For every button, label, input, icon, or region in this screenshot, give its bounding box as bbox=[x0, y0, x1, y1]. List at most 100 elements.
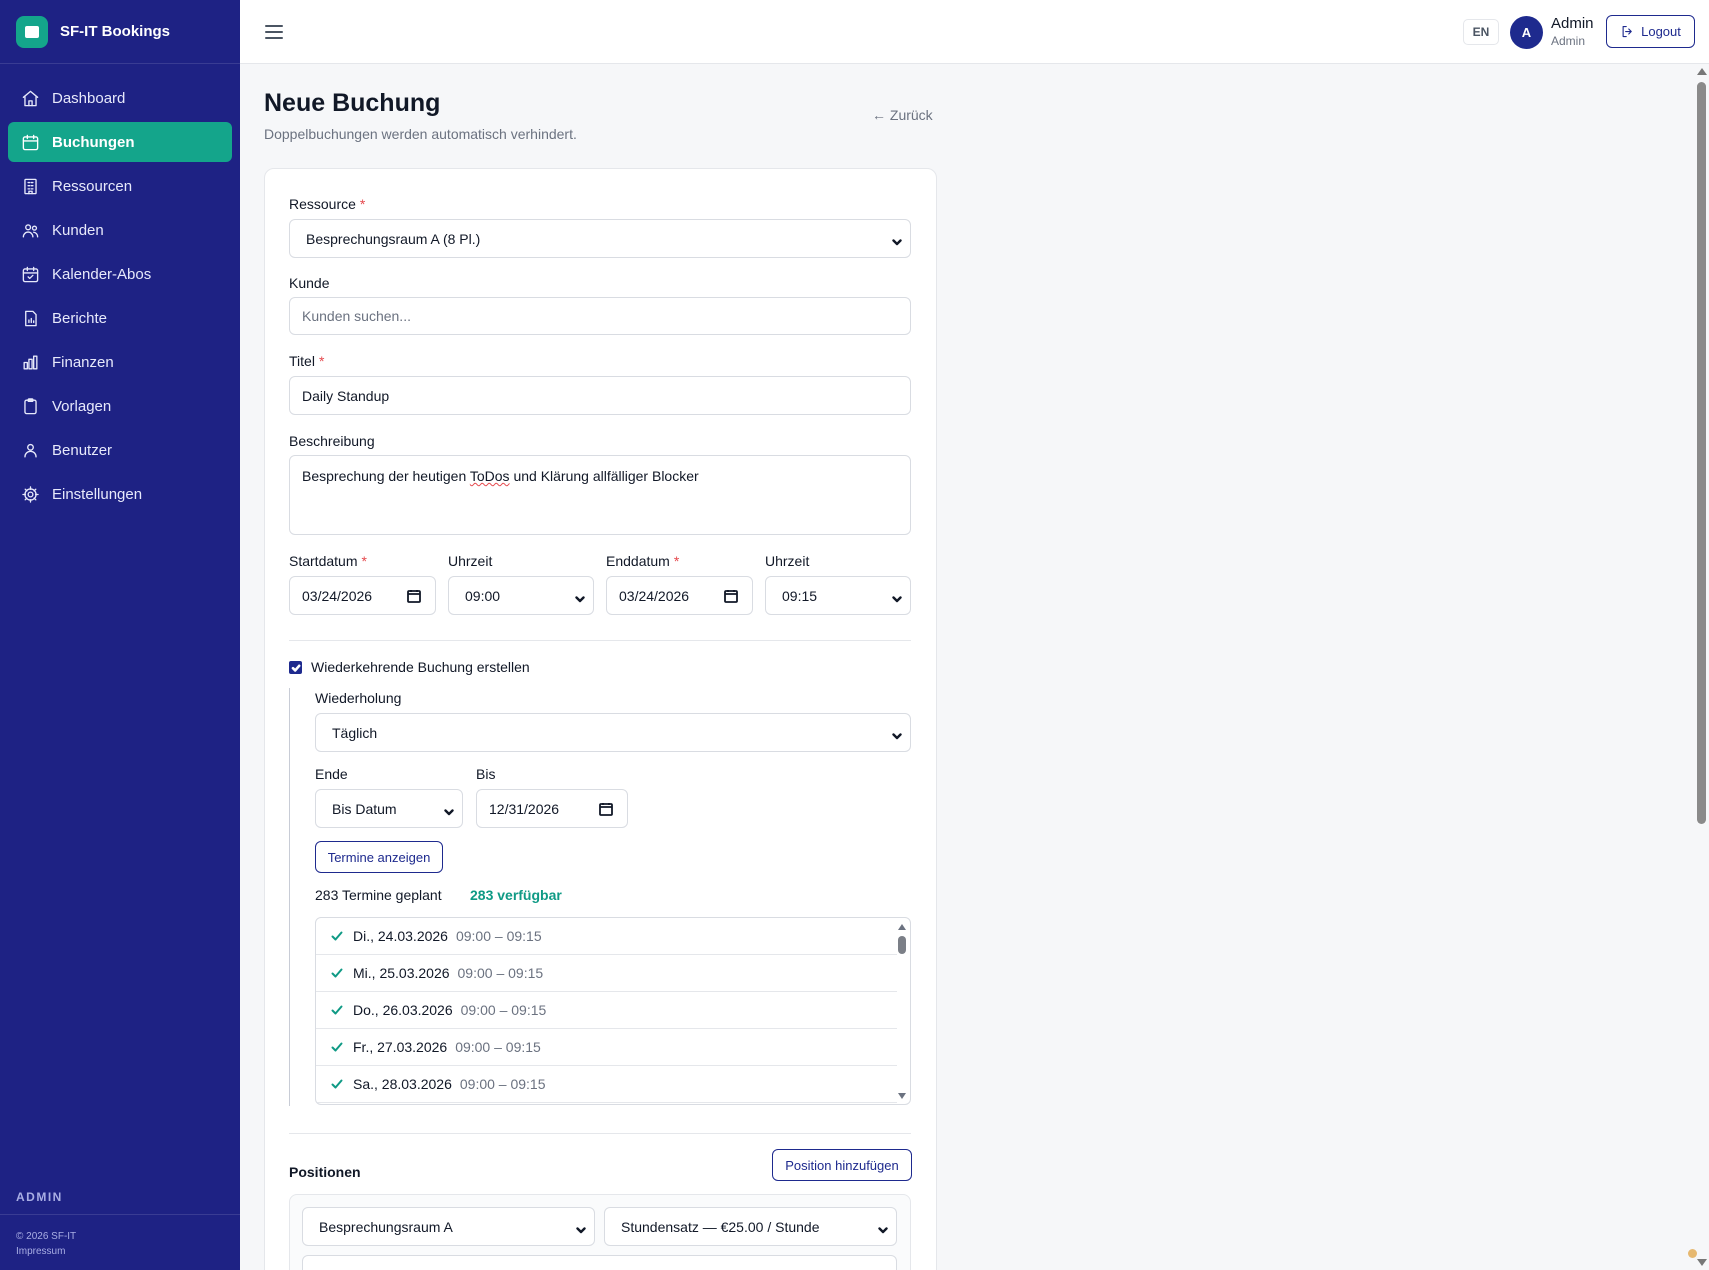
language-switch-button[interactable]: EN bbox=[1463, 19, 1499, 45]
end-time-value: 09:15 bbox=[782, 587, 818, 604]
sidebar-item-kalender-abos[interactable]: Kalender-Abos bbox=[8, 254, 232, 294]
occurrence-date: Mi., 25.03.2026 bbox=[353, 965, 450, 981]
add-position-button[interactable]: Position hinzufügen bbox=[772, 1149, 912, 1181]
user-role: Admin bbox=[1551, 34, 1586, 48]
customer-label: Kunde bbox=[289, 275, 330, 291]
start-date-value: 03/24/2026 bbox=[302, 587, 373, 604]
position-description-input[interactable] bbox=[302, 1255, 897, 1270]
page-subtitle: Doppelbuchungen werden automatisch verhi… bbox=[264, 126, 577, 142]
end-date-value: 03/24/2026 bbox=[619, 587, 690, 604]
app-logo-icon bbox=[16, 15, 48, 48]
check-icon bbox=[330, 966, 344, 980]
chevron-down-icon bbox=[576, 1222, 586, 1233]
title-input[interactable]: Daily Standup bbox=[289, 376, 911, 415]
sidebar-item-label: Finanzen bbox=[52, 353, 114, 371]
sidebar-item-label: Buchungen bbox=[52, 133, 135, 151]
resource-label: Ressource * bbox=[289, 196, 366, 212]
page-scrollbar[interactable] bbox=[1694, 64, 1709, 1270]
customer-search-input[interactable]: Kunden suchen... bbox=[289, 297, 911, 335]
gear-icon bbox=[20, 484, 40, 504]
bar-chart-icon bbox=[20, 352, 40, 372]
logout-button[interactable]: Logout bbox=[1606, 15, 1695, 48]
available-count: 283 verfügbar bbox=[470, 887, 562, 903]
chevron-down-icon bbox=[444, 804, 454, 815]
sidebar-item-berichte[interactable]: Berichte bbox=[8, 298, 232, 338]
resource-select-value: Besprechungsraum A (8 Pl.) bbox=[306, 230, 481, 247]
sidebar-nav: Dashboard Buchungen Ressourcen Kunden Ka… bbox=[0, 64, 240, 514]
sidebar-item-buchungen[interactable]: Buchungen bbox=[8, 122, 232, 162]
sidebar-item-ressourcen[interactable]: Ressourcen bbox=[8, 166, 232, 206]
until-label: Bis bbox=[476, 766, 496, 782]
sidebar-item-kunden[interactable]: Kunden bbox=[8, 210, 232, 250]
position-resource-select[interactable]: Besprechungsraum A bbox=[302, 1207, 595, 1246]
topbar: EN A Admin Admin Logout bbox=[240, 0, 1709, 64]
end-mode-select[interactable]: Bis Datum bbox=[315, 789, 463, 828]
repeat-select[interactable]: Täglich bbox=[315, 713, 911, 752]
sidebar-role-label: ADMIN bbox=[16, 1190, 63, 1204]
calendar-picker-icon[interactable] bbox=[599, 802, 613, 816]
sidebar-item-einstellungen[interactable]: Einstellungen bbox=[8, 474, 232, 514]
sidebar-item-label: Ressourcen bbox=[52, 177, 133, 195]
list-scrollbar[interactable] bbox=[896, 920, 908, 1101]
avatar[interactable]: A bbox=[1510, 16, 1543, 49]
calendar-icon bbox=[20, 132, 40, 152]
title-label: Titel * bbox=[289, 353, 325, 369]
position-item: Besprechungsraum A Stundensatz — €25.00 … bbox=[289, 1194, 911, 1270]
occurrence-date: Fr., 27.03.2026 bbox=[353, 1039, 448, 1055]
sidebar-footer: © 2026 SF-IT Impressum bbox=[16, 1229, 76, 1259]
sidebar-item-vorlagen[interactable]: Vorlagen bbox=[8, 386, 232, 426]
sidebar: SF-IT Bookings Dashboard Buchungen Resso… bbox=[0, 0, 240, 1270]
end-date-label: Enddatum * bbox=[606, 553, 680, 569]
calendar-picker-icon[interactable] bbox=[724, 589, 738, 603]
occurrence-date: Di., 24.03.2026 bbox=[353, 928, 448, 944]
occurrence-list[interactable]: Di., 24.03.2026 09:00 – 09:15 Mi., 25.03… bbox=[315, 917, 911, 1105]
scroll-down-icon[interactable] bbox=[1697, 1259, 1707, 1266]
brand[interactable]: SF-IT Bookings bbox=[0, 0, 240, 64]
back-link[interactable]: ← Zurück bbox=[872, 107, 933, 123]
description-value: Besprechung der heutigen ToDos und Kläru… bbox=[302, 468, 699, 484]
start-date-input[interactable]: 03/24/2026 bbox=[289, 576, 436, 615]
scroll-up-icon[interactable] bbox=[1697, 68, 1707, 75]
scroll-down-icon[interactable] bbox=[898, 1093, 906, 1099]
sidebar-item-finanzen[interactable]: Finanzen bbox=[8, 342, 232, 382]
status-dot-icon bbox=[1688, 1249, 1697, 1258]
check-icon bbox=[330, 1040, 344, 1054]
occurrence-time: 09:00 – 09:15 bbox=[459, 1076, 546, 1092]
resource-select[interactable]: Besprechungsraum A (8 Pl.) bbox=[289, 219, 911, 258]
end-date-input[interactable]: 03/24/2026 bbox=[606, 576, 753, 615]
sidebar-item-benutzer[interactable]: Benutzer bbox=[8, 430, 232, 470]
recurring-checkbox[interactable] bbox=[289, 661, 302, 674]
sidebar-item-label: Vorlagen bbox=[52, 397, 112, 415]
scroll-thumb[interactable] bbox=[1697, 82, 1706, 824]
sidebar-item-label: Kunden bbox=[52, 221, 104, 239]
title-value: Daily Standup bbox=[302, 387, 390, 404]
chevron-down-icon bbox=[892, 234, 902, 245]
until-date-input[interactable]: 12/31/2026 bbox=[476, 789, 628, 828]
impressum-link[interactable]: Impressum bbox=[16, 1244, 76, 1259]
show-occurrences-button[interactable]: Termine anzeigen bbox=[315, 841, 443, 873]
sidebar-item-dashboard[interactable]: Dashboard bbox=[8, 78, 232, 118]
position-rate-select[interactable]: Stundensatz — €25.00 / Stunde bbox=[604, 1207, 897, 1246]
booking-form-card: Ressource * Besprechungsraum A (8 Pl.) Ku… bbox=[264, 168, 937, 1270]
repeat-label: Wiederholung bbox=[315, 690, 402, 706]
chevron-down-icon bbox=[892, 728, 902, 739]
scroll-thumb[interactable] bbox=[898, 936, 906, 954]
list-item: Fr., 27.03.2026 09:00 – 09:15 bbox=[316, 1029, 897, 1066]
scroll-up-icon[interactable] bbox=[898, 924, 906, 930]
section-divider bbox=[289, 640, 911, 641]
occurrence-date: Sa., 28.03.2026 bbox=[353, 1076, 452, 1092]
description-textarea[interactable]: Besprechung der heutigen ToDos und Kläru… bbox=[289, 455, 911, 535]
end-time-select[interactable]: 09:15 bbox=[765, 576, 911, 615]
list-item: Mi., 25.03.2026 09:00 – 09:15 bbox=[316, 955, 897, 992]
check-icon bbox=[330, 929, 344, 943]
start-time-select[interactable]: 09:00 bbox=[448, 576, 594, 615]
menu-toggle-icon[interactable] bbox=[262, 21, 286, 43]
chevron-down-icon bbox=[892, 591, 902, 602]
start-time-label: Uhrzeit bbox=[448, 553, 493, 569]
customer-placeholder: Kunden suchen... bbox=[302, 308, 411, 324]
calendar-picker-icon[interactable] bbox=[407, 589, 421, 603]
list-item: Sa., 28.03.2026 09:00 – 09:15 bbox=[316, 1066, 897, 1103]
occurrence-time: 09:00 – 09:15 bbox=[457, 965, 544, 981]
recurring-checkbox-label[interactable]: Wiederkehrende Buchung erstellen bbox=[311, 659, 530, 675]
repeat-value: Täglich bbox=[332, 724, 378, 741]
